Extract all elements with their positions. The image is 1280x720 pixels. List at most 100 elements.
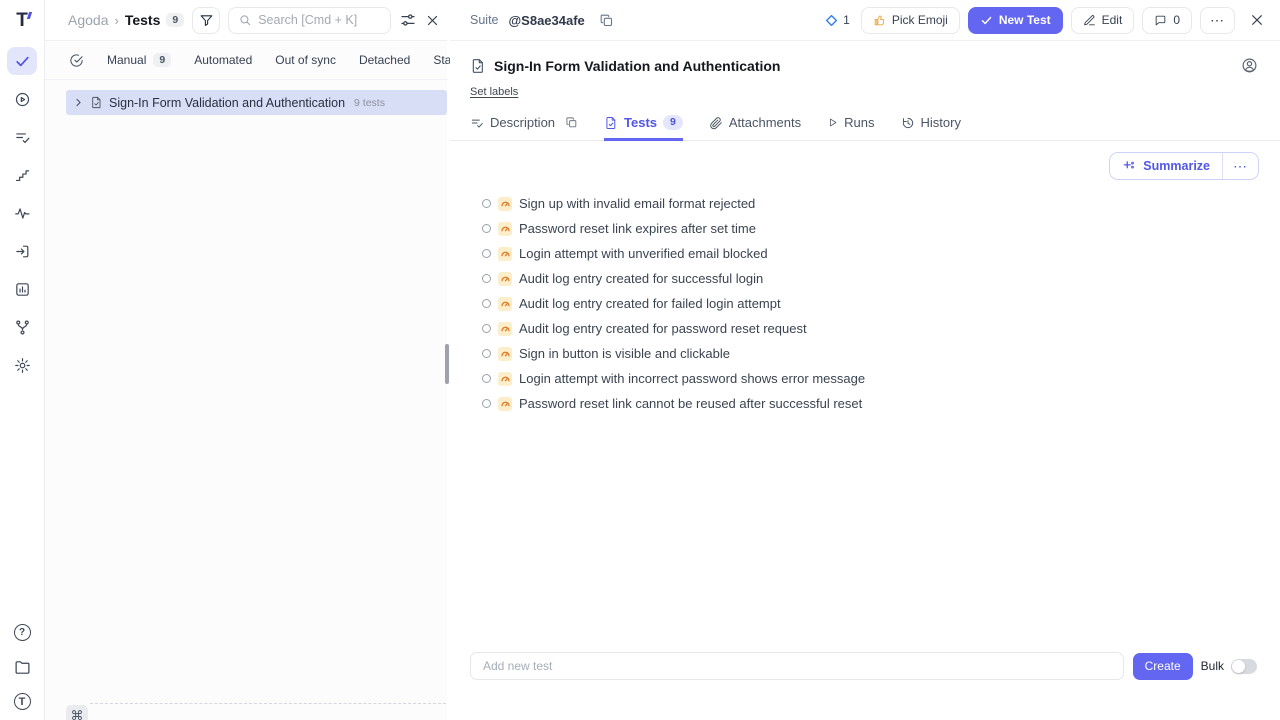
- breadcrumb-section[interactable]: Tests: [125, 12, 161, 28]
- status-circle-icon[interactable]: [482, 274, 491, 283]
- test-row[interactable]: Sign up with invalid email format reject…: [482, 191, 1280, 216]
- tab-label: Runs: [844, 115, 874, 130]
- comment-icon: [1154, 14, 1167, 27]
- tab-label: History: [921, 115, 961, 130]
- select-all-button[interactable]: [69, 53, 84, 68]
- status-circle-icon[interactable]: [482, 374, 491, 383]
- projects-folder-icon[interactable]: [7, 653, 37, 681]
- rail-item-branches[interactable]: [7, 313, 37, 341]
- more-actions-button[interactable]: ⋯: [1200, 7, 1235, 34]
- pick-emoji-button[interactable]: Pick Emoji: [861, 7, 960, 34]
- copy-description-button[interactable]: [565, 116, 578, 129]
- rail-item-import[interactable]: [7, 237, 37, 265]
- test-row[interactable]: Audit log entry created for failed login…: [482, 291, 1280, 316]
- tab-tests[interactable]: Tests 9: [604, 113, 683, 141]
- rail-item-reports[interactable]: [7, 275, 37, 303]
- copy-suite-id-button[interactable]: [599, 13, 614, 28]
- status-circle-icon[interactable]: [482, 324, 491, 333]
- filter-tab-detached[interactable]: Detached: [359, 53, 410, 67]
- suite-tree-row-selected[interactable]: Sign-In Form Validation and Authenticati…: [66, 90, 447, 115]
- linked-issues-indicator[interactable]: 1: [825, 13, 850, 27]
- close-panel-button[interactable]: [1249, 12, 1265, 28]
- rail-item-test-plans[interactable]: [7, 123, 37, 151]
- status-circle-icon[interactable]: [482, 299, 491, 308]
- manual-test-icon: [498, 372, 512, 386]
- rail-item-steps[interactable]: [7, 161, 37, 189]
- panel-resize-handle[interactable]: [445, 344, 449, 384]
- sidebar-bottom-divider: [90, 703, 446, 704]
- tab-runs[interactable]: Runs: [827, 113, 874, 141]
- manual-count-badge: 9: [153, 53, 171, 68]
- help-icon[interactable]: ?: [14, 624, 31, 641]
- test-title: Sign up with invalid email format reject…: [519, 196, 755, 211]
- test-row[interactable]: Password reset link expires after set ti…: [482, 216, 1280, 241]
- filter-tab-out-of-sync[interactable]: Out of sync: [275, 53, 336, 67]
- check-icon: [980, 14, 993, 27]
- rail-item-settings[interactable]: [7, 351, 37, 379]
- pick-emoji-label: Pick Emoji: [892, 13, 948, 27]
- tests-tab-count-badge: 9: [663, 115, 683, 130]
- breadcrumb-separator: ›: [114, 13, 118, 28]
- ellipsis-icon: ⋯: [1210, 13, 1225, 27]
- manual-test-icon: [498, 297, 512, 311]
- filter-tab-manual[interactable]: Manual 9: [107, 53, 171, 68]
- view-settings-button[interactable]: [399, 11, 417, 29]
- add-new-test-input[interactable]: [470, 652, 1124, 680]
- rail-item-runs[interactable]: [7, 85, 37, 113]
- manual-test-icon: [498, 397, 512, 411]
- filter-tab-label: Out of sync: [275, 53, 336, 67]
- app-logo[interactable]: T: [16, 9, 28, 33]
- edit-button[interactable]: Edit: [1071, 7, 1135, 34]
- filter-tab-label: Manual: [107, 53, 146, 67]
- filter-tab-automated[interactable]: Automated: [194, 53, 252, 67]
- filter-tab-label: Automated: [194, 53, 252, 67]
- tab-attachments[interactable]: Attachments: [709, 113, 801, 141]
- filter-tab-label: Detached: [359, 53, 410, 67]
- test-row[interactable]: Login attempt with unverified email bloc…: [482, 241, 1280, 266]
- test-list: Sign up with invalid email format reject…: [450, 191, 1280, 416]
- test-row[interactable]: Sign in button is visible and clickable: [482, 341, 1280, 366]
- status-circle-icon[interactable]: [482, 399, 491, 408]
- test-row[interactable]: Password reset link cannot be reused aft…: [482, 391, 1280, 416]
- comments-button[interactable]: 0: [1142, 7, 1192, 34]
- new-test-label: New Test: [999, 13, 1051, 27]
- suite-title-row: Sign-In Form Validation and Authenticati…: [450, 41, 1280, 74]
- search-input[interactable]: [258, 13, 381, 27]
- test-row[interactable]: Login attempt with incorrect password sh…: [482, 366, 1280, 391]
- test-row[interactable]: Audit log entry created for successful l…: [482, 266, 1280, 291]
- brand-badge-icon[interactable]: T: [14, 693, 31, 710]
- summarize-label: Summarize: [1143, 159, 1210, 173]
- close-icon: [1249, 12, 1265, 28]
- breadcrumb-project[interactable]: Agoda: [68, 12, 108, 28]
- doc-check-icon: [604, 116, 618, 130]
- close-sidebar-button[interactable]: [425, 13, 440, 28]
- filter-button[interactable]: [192, 7, 220, 34]
- suite-title: Sign-In Form Validation and Authenticati…: [494, 58, 780, 74]
- summarize-more-button[interactable]: ⋯: [1223, 153, 1258, 179]
- create-button[interactable]: Create: [1133, 653, 1193, 680]
- test-row[interactable]: Audit log entry created for password res…: [482, 316, 1280, 341]
- jira-diamond-icon: [825, 14, 838, 27]
- status-circle-icon[interactable]: [482, 349, 491, 358]
- rail-item-pulse[interactable]: [7, 199, 37, 227]
- ellipsis-icon: ⋯: [1233, 158, 1248, 175]
- assignee-avatar-icon[interactable]: [1241, 57, 1258, 74]
- breadcrumb: Agoda › Tests 9: [68, 12, 184, 28]
- set-labels-link[interactable]: Set labels: [470, 86, 518, 98]
- status-circle-icon[interactable]: [482, 249, 491, 258]
- new-test-button[interactable]: New Test: [968, 7, 1063, 34]
- chevron-right-icon[interactable]: [73, 97, 84, 108]
- tab-history[interactable]: History: [901, 113, 961, 141]
- suite-detail-header: Suite @S8ae34afe 1 Pick Emoji New Test E…: [450, 0, 1280, 41]
- sliders-icon: [399, 11, 417, 29]
- status-circle-icon[interactable]: [482, 224, 491, 233]
- status-circle-icon[interactable]: [482, 199, 491, 208]
- test-title: Audit log entry created for password res…: [519, 321, 807, 336]
- tab-label: Description: [490, 115, 555, 130]
- rail-item-tests[interactable]: [7, 47, 37, 75]
- tab-description[interactable]: Description: [470, 113, 578, 141]
- icon-rail: T ? T: [0, 0, 45, 720]
- close-icon: [425, 13, 440, 28]
- summarize-button[interactable]: Summarize: [1110, 153, 1222, 179]
- bulk-toggle[interactable]: [1231, 659, 1257, 674]
